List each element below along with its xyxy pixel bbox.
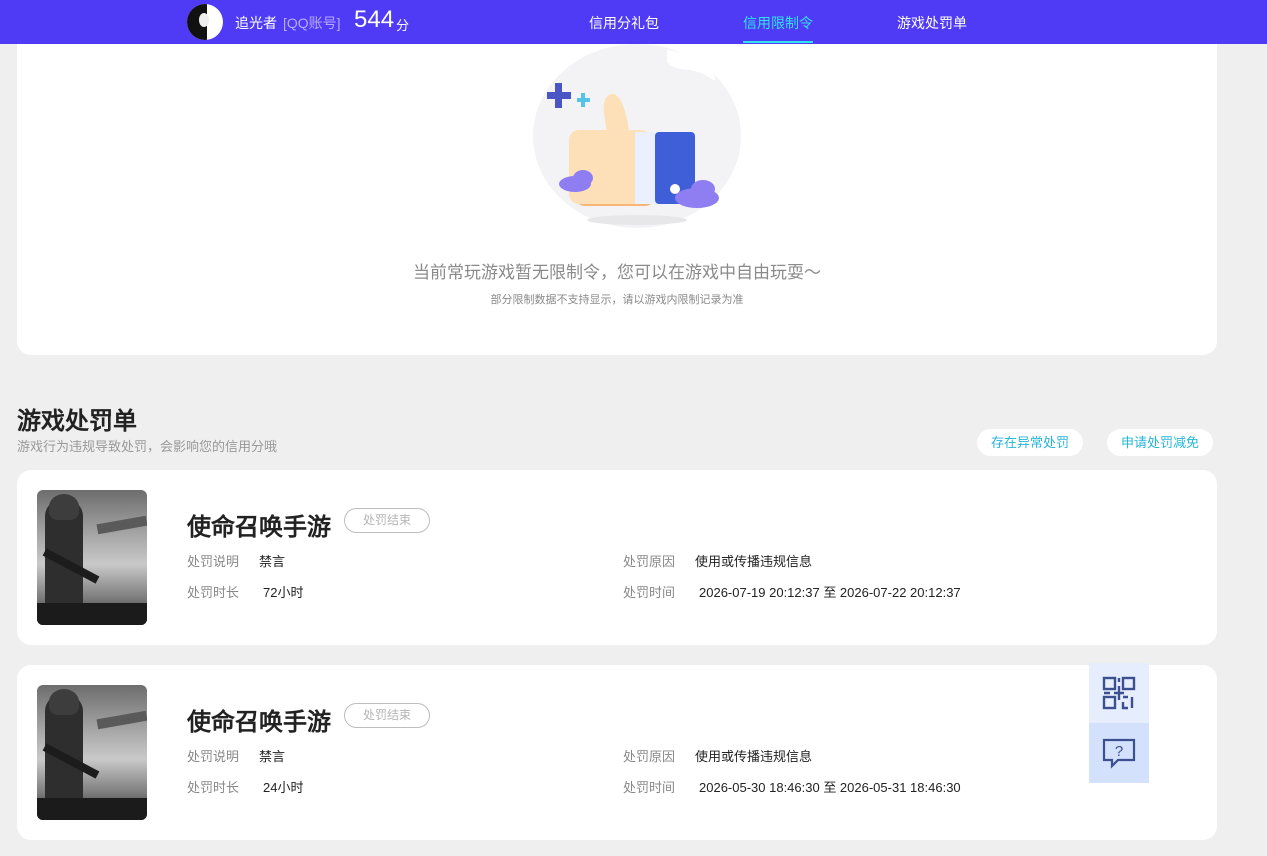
penalty-desc-value: 禁言 — [259, 749, 286, 764]
avatar-face — [199, 13, 209, 27]
tab-game-penalty[interactable]: 游戏处罚单 — [897, 13, 967, 33]
top-nav-bar: 追光者 [QQ账号] 544 分 信用分礼包 信用限制令 游戏处罚单 — [0, 0, 1267, 44]
penalty-duration-value: 72小时 — [263, 585, 304, 600]
penalty-desc-value: 禁言 — [259, 554, 286, 569]
cover-ground — [37, 798, 147, 820]
thumbs-up-icon — [533, 44, 741, 228]
status-badge: 处罚结束 — [344, 508, 430, 533]
penalty-card[interactable]: 使命召唤手游 处罚结束 处罚说明 禁言 处罚时长 72小时 处罚原因 使用或传播… — [17, 470, 1217, 645]
penalty-duration-label: 处罚时长 — [187, 780, 240, 795]
game-cover-image — [37, 490, 147, 625]
penalty-duration-label: 处罚时长 — [187, 585, 240, 600]
penalty-reason-value: 使用或传播违规信息 — [695, 554, 813, 569]
penalty-time-label: 处罚时间 — [623, 780, 676, 795]
status-badge: 处罚结束 — [344, 703, 430, 728]
cover-helmet — [49, 689, 79, 715]
cover-plane — [96, 515, 147, 535]
penalty-desc-label: 处罚说明 — [187, 749, 240, 764]
restriction-card: 当前常玩游戏暂无限制令，您可以在游戏中自由玩耍～ 部分限制数据不支持显示，请以游… — [17, 44, 1217, 355]
tab-credit-restriction[interactable]: 信用限制令 — [743, 13, 813, 33]
penalty-section-subtitle: 游戏行为违规导致处罚，会影响您的信用分哦 — [17, 439, 278, 454]
penalty-reason-label: 处罚原因 — [623, 554, 676, 569]
empty-state-title: 当前常玩游戏暂无限制令，您可以在游戏中自由玩耍～ — [413, 263, 821, 282]
penalty-time-label: 处罚时间 — [623, 585, 676, 600]
active-tab-indicator — [743, 41, 813, 43]
cover-helmet — [49, 494, 79, 520]
penalty-desc-label: 处罚说明 — [187, 554, 240, 569]
svg-text:?: ? — [1115, 743, 1123, 760]
avatar[interactable] — [187, 4, 223, 40]
qr-code-button[interactable] — [1089, 663, 1149, 723]
credit-score-unit: 分 — [396, 18, 410, 33]
credit-score: 544 — [354, 6, 395, 33]
abnormal-penalty-button[interactable]: 存在异常处罚 — [977, 429, 1084, 456]
penalty-time-value: 2026-07-19 20:12:37 至 2026-07-22 20:12:3… — [699, 585, 961, 600]
qr-code-icon — [1102, 676, 1136, 710]
help-button[interactable]: ? — [1089, 723, 1149, 783]
penalty-duration-value: 24小时 — [263, 780, 304, 795]
game-cover-image — [37, 685, 147, 820]
penalty-section-title: 游戏处罚单 — [17, 408, 137, 435]
penalty-reason-label: 处罚原因 — [623, 749, 676, 764]
appeal-penalty-button[interactable]: 申请处罚减免 — [1107, 429, 1214, 456]
tab-credit-gift[interactable]: 信用分礼包 — [589, 13, 659, 33]
penalty-card[interactable]: 使命召唤手游 处罚结束 处罚说明 禁言 处罚时长 24小时 处罚原因 使用或传播… — [17, 665, 1217, 840]
penalty-time-value: 2026-05-30 18:46:30 至 2026-05-31 18:46:3… — [699, 780, 961, 795]
account-type: [QQ账号] — [283, 15, 341, 31]
game-name: 使命召唤手游 — [187, 514, 331, 541]
penalty-reason-value: 使用或传播违规信息 — [695, 749, 813, 764]
cover-ground — [37, 603, 147, 625]
cover-plane — [96, 710, 147, 730]
username: 追光者 — [235, 15, 277, 31]
help-chat-icon: ? — [1102, 738, 1136, 769]
empty-state-subtitle: 部分限制数据不支持显示，请以游戏内限制记录为准 — [490, 294, 744, 306]
game-name: 使命召唤手游 — [187, 709, 331, 736]
